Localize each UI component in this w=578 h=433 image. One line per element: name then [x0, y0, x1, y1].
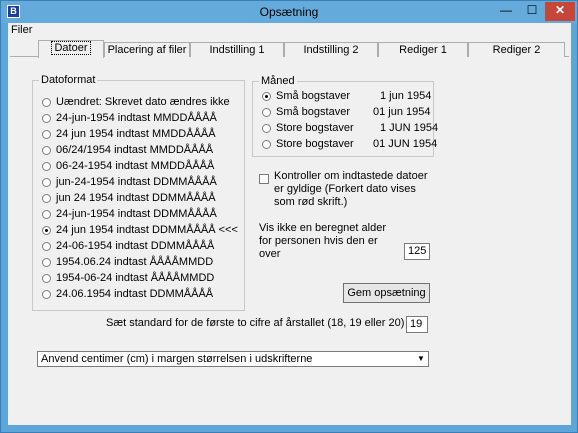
radio-button[interactable]	[262, 140, 271, 149]
radio-button[interactable]	[42, 210, 51, 219]
radio-button-checked[interactable]	[42, 226, 51, 235]
tab-indstilling-2[interactable]: Indstilling 2	[284, 42, 378, 57]
radio-button[interactable]	[42, 290, 51, 299]
gem-opsaetning-button[interactable]: Gem opsætning	[343, 283, 430, 303]
radio-button[interactable]	[42, 146, 51, 155]
dropdown-arrow-icon[interactable]: ▼	[415, 353, 427, 365]
tab-datoer[interactable]: Datoer	[38, 40, 104, 58]
radio-button[interactable]	[42, 98, 51, 107]
radio-button[interactable]	[42, 178, 51, 187]
title-bar[interactable]: B Opsætning — ☐ ✕	[1, 1, 577, 23]
tab-rediger-1[interactable]: Rediger 1	[378, 42, 468, 57]
kontroller-checkbox[interactable]	[259, 174, 269, 184]
kontroller-label: Kontroller om indtastede datoer er gyldi…	[274, 170, 428, 208]
radio-button[interactable]	[42, 162, 51, 171]
datoformat-group: Datoformat Uændret: Skrevet dato ændres …	[32, 74, 245, 311]
radio-button[interactable]	[262, 108, 271, 117]
radio-button[interactable]	[42, 194, 51, 203]
window: B Opsætning — ☐ ✕ Filer Datoer Placering…	[0, 0, 578, 433]
radio-button[interactable]	[42, 274, 51, 283]
maaned-group: Måned Små bogstaver 1 jun 1954 Små bogsta…	[252, 75, 438, 157]
radio-button[interactable]	[262, 124, 271, 133]
alder-label: Vis ikke en beregnet alder for personen …	[259, 222, 386, 260]
margin-unit-dropdown[interactable]: Anvend centimer (cm) i margen størrelsen…	[37, 351, 429, 367]
datoformat-title: Datoformat	[39, 74, 98, 86]
close-button[interactable]: ✕	[545, 2, 575, 21]
aarstal-input[interactable]: 19	[406, 316, 428, 333]
radio-button[interactable]	[42, 114, 51, 123]
radio-button[interactable]	[42, 242, 51, 251]
menu-filer[interactable]: Filer	[11, 24, 32, 36]
maximize-button[interactable]: ☐	[519, 2, 545, 21]
tab-placering-af-filer[interactable]: Placering af filer	[104, 42, 190, 57]
menu-bar: Filer	[8, 23, 571, 38]
radio-button[interactable]	[42, 130, 51, 139]
aarstal-label: Sæt standard for de første to cifre af å…	[106, 317, 405, 329]
window-title: Opsætning	[259, 5, 319, 19]
alder-input[interactable]: 125	[404, 243, 430, 260]
tab-rediger-2[interactable]: Rediger 2	[468, 42, 565, 57]
minimize-button[interactable]: —	[493, 2, 519, 21]
dialog-client-area: Datoer Placering af filer Indstilling 1 …	[8, 38, 571, 425]
radio-button[interactable]	[42, 258, 51, 267]
maaned-title: Måned	[259, 75, 297, 87]
radio-button-checked[interactable]	[262, 92, 271, 101]
tab-indstilling-1[interactable]: Indstilling 1	[190, 42, 284, 57]
